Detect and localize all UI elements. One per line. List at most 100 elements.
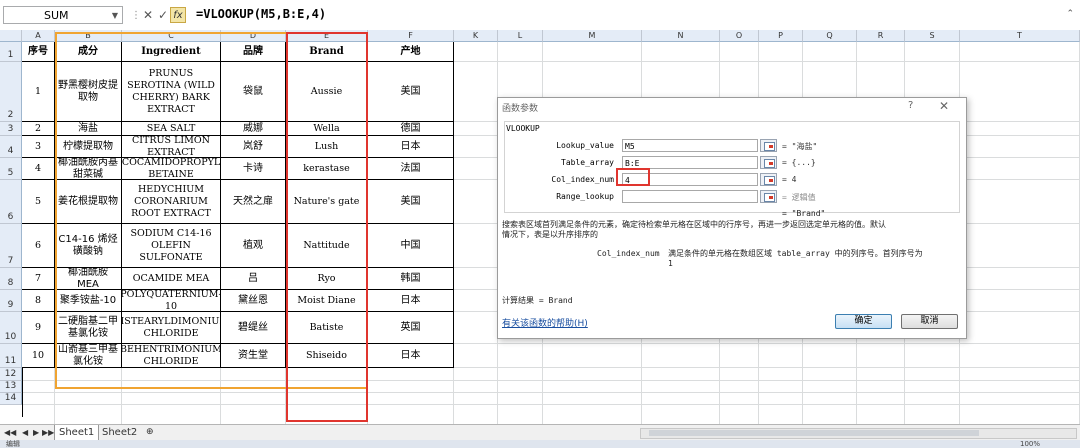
chevron-down-icon[interactable]: ▼ (112, 7, 118, 25)
table-cell[interactable]: 5 (22, 180, 55, 224)
table-cell[interactable]: 10 (22, 344, 55, 368)
row-header-14[interactable]: 14 (0, 393, 22, 405)
table-cell[interactable]: SODIUM C14-16 OLEFIN SULFONATE (122, 224, 221, 268)
table-cell[interactable]: 4 (22, 158, 55, 180)
column-header-o[interactable]: O (720, 30, 759, 42)
row-header-7[interactable]: 7 (0, 224, 22, 268)
table-cell[interactable]: 海盐 (55, 122, 122, 136)
table-cell[interactable]: Ryo (286, 268, 368, 290)
row-header-2[interactable]: 2 (0, 62, 22, 122)
table-cell[interactable]: 中国 (368, 224, 454, 268)
column-header-n[interactable]: N (642, 30, 720, 42)
column-header-a[interactable]: A (22, 30, 55, 42)
row-header-12[interactable]: 12 (0, 368, 22, 381)
column-header-s[interactable]: S (905, 30, 960, 42)
table-cell[interactable]: Aussie (286, 62, 368, 122)
column-header-c[interactable]: C (122, 30, 221, 42)
collapse-dialog-icon[interactable] (760, 190, 777, 203)
table-cell[interactable]: 姜花根提取物 (55, 180, 122, 224)
table-cell[interactable]: 植观 (221, 224, 286, 268)
table-cell[interactable]: 柠檬提取物 (55, 136, 122, 158)
table-cell[interactable]: Lush (286, 136, 368, 158)
column-header-d[interactable]: D (221, 30, 286, 42)
table-cell[interactable]: DISTEARYLDIMONIUM CHLORIDE (122, 312, 221, 344)
table-header-cell[interactable]: 成分 (55, 42, 122, 62)
table-cell[interactable]: 德国 (368, 122, 454, 136)
table-cell[interactable]: 法国 (368, 158, 454, 180)
formula-input[interactable]: =VLOOKUP(M5,B:E,4) (196, 7, 326, 21)
tab-sheet1[interactable]: Sheet1 (54, 425, 100, 441)
collapse-dialog-icon[interactable] (760, 156, 777, 169)
row-header-11[interactable]: 11 (0, 344, 22, 368)
close-icon[interactable]: ✕ (939, 99, 949, 113)
table-cell[interactable]: 椰油酰胺 MEA (55, 268, 122, 290)
insert-function-icon[interactable]: fx (170, 7, 186, 23)
table-cell[interactable]: 卡诗 (221, 158, 286, 180)
column-header-e[interactable]: E (286, 30, 368, 42)
table-header-cell[interactable]: Brand (286, 42, 368, 62)
table-cell[interactable]: Nattitude (286, 224, 368, 268)
table-cell[interactable]: 2 (22, 122, 55, 136)
table-cell[interactable]: Moist Diane (286, 290, 368, 312)
table-cell[interactable]: Batiste (286, 312, 368, 344)
table-cell[interactable]: 二硬脂基二甲基氯化铵 (55, 312, 122, 344)
row-header-3[interactable]: 3 (0, 122, 22, 136)
table-cell[interactable]: 聚季铵盐-10 (55, 290, 122, 312)
table-cell[interactable]: 1 (22, 62, 55, 122)
collapse-dialog-icon[interactable] (760, 139, 777, 152)
row-header-10[interactable]: 10 (0, 312, 22, 344)
lookup-value-input[interactable]: M5 (622, 139, 758, 152)
range-lookup-input[interactable] (622, 190, 758, 203)
table-cell[interactable]: 9 (22, 312, 55, 344)
table-cell[interactable]: COCAMIDOPROPYL BETAINE (122, 158, 221, 180)
horizontal-scroll-thumb[interactable] (649, 430, 979, 436)
column-header-q[interactable]: Q (803, 30, 857, 42)
table-cell[interactable]: 6 (22, 224, 55, 268)
table-cell[interactable]: 日本 (368, 290, 454, 312)
first-sheet-icon[interactable]: ◀◀ (4, 428, 16, 437)
table-cell[interactable]: OCAMIDE MEA (122, 268, 221, 290)
column-header-l[interactable]: L (498, 30, 543, 42)
new-sheet-icon[interactable]: ⊕ (142, 425, 158, 440)
function-help-link[interactable]: 有关该函数的帮助(H) (502, 316, 588, 329)
select-all-corner[interactable] (0, 30, 22, 42)
table-header-cell[interactable]: 产地 (368, 42, 454, 62)
table-cell[interactable]: CITRUS LIMON EXTRACT (122, 136, 221, 158)
enter-icon[interactable]: ✓ (155, 7, 171, 23)
column-header-p[interactable]: P (759, 30, 803, 42)
table-cell[interactable]: C14-16 烯烃磺酸钠 (55, 224, 122, 268)
row-header-9[interactable]: 9 (0, 290, 22, 312)
table-cell[interactable]: 美国 (368, 62, 454, 122)
next-sheet-icon[interactable]: ▶ (33, 428, 39, 437)
table-cell[interactable]: 英国 (368, 312, 454, 344)
cancel-icon[interactable]: ✕ (140, 7, 156, 23)
table-header-cell[interactable]: 品牌 (221, 42, 286, 62)
table-cell[interactable]: BEHENTRIMONIUM CHLORIDE (122, 344, 221, 368)
table-cell[interactable]: 8 (22, 290, 55, 312)
table-cell[interactable]: POLYQUATERNIUM-10 (122, 290, 221, 312)
table-cell[interactable]: 资生堂 (221, 344, 286, 368)
column-header-k[interactable]: K (454, 30, 498, 42)
ok-button[interactable]: 确定 (835, 314, 892, 329)
column-header-m[interactable]: M (543, 30, 642, 42)
last-sheet-icon[interactable]: ▶▶ (42, 428, 54, 437)
row-header-4[interactable]: 4 (0, 136, 22, 158)
table-header-cell[interactable]: Ingredient (122, 42, 221, 62)
table-cell[interactable]: 野黑樱树皮提取物 (55, 62, 122, 122)
table-cell[interactable]: Nature's gate (286, 180, 368, 224)
name-box[interactable]: SUM ▼ (3, 6, 123, 24)
prev-sheet-icon[interactable]: ◀ (22, 428, 28, 437)
table-cell[interactable]: 岚舒 (221, 136, 286, 158)
row-header-6[interactable]: 6 (0, 180, 22, 224)
table-cell[interactable]: 黛丝恩 (221, 290, 286, 312)
table-cell[interactable]: 椰油酰胺丙基甜菜碱 (55, 158, 122, 180)
table-cell[interactable]: PRUNUS SEROTINA (WILD CHERRY) BARK EXTRA… (122, 62, 221, 122)
table-cell[interactable]: HEDYCHIUM CORONARIUM ROOT EXTRACT (122, 180, 221, 224)
table-cell[interactable]: SEA SALT (122, 122, 221, 136)
row-header-5[interactable]: 5 (0, 158, 22, 180)
horizontal-scrollbar[interactable] (640, 428, 1077, 439)
table-cell[interactable]: 天然之扉 (221, 180, 286, 224)
table-cell[interactable]: 吕 (221, 268, 286, 290)
zoom-level[interactable]: 100% (1020, 440, 1040, 448)
cancel-button[interactable]: 取消 (901, 314, 958, 329)
